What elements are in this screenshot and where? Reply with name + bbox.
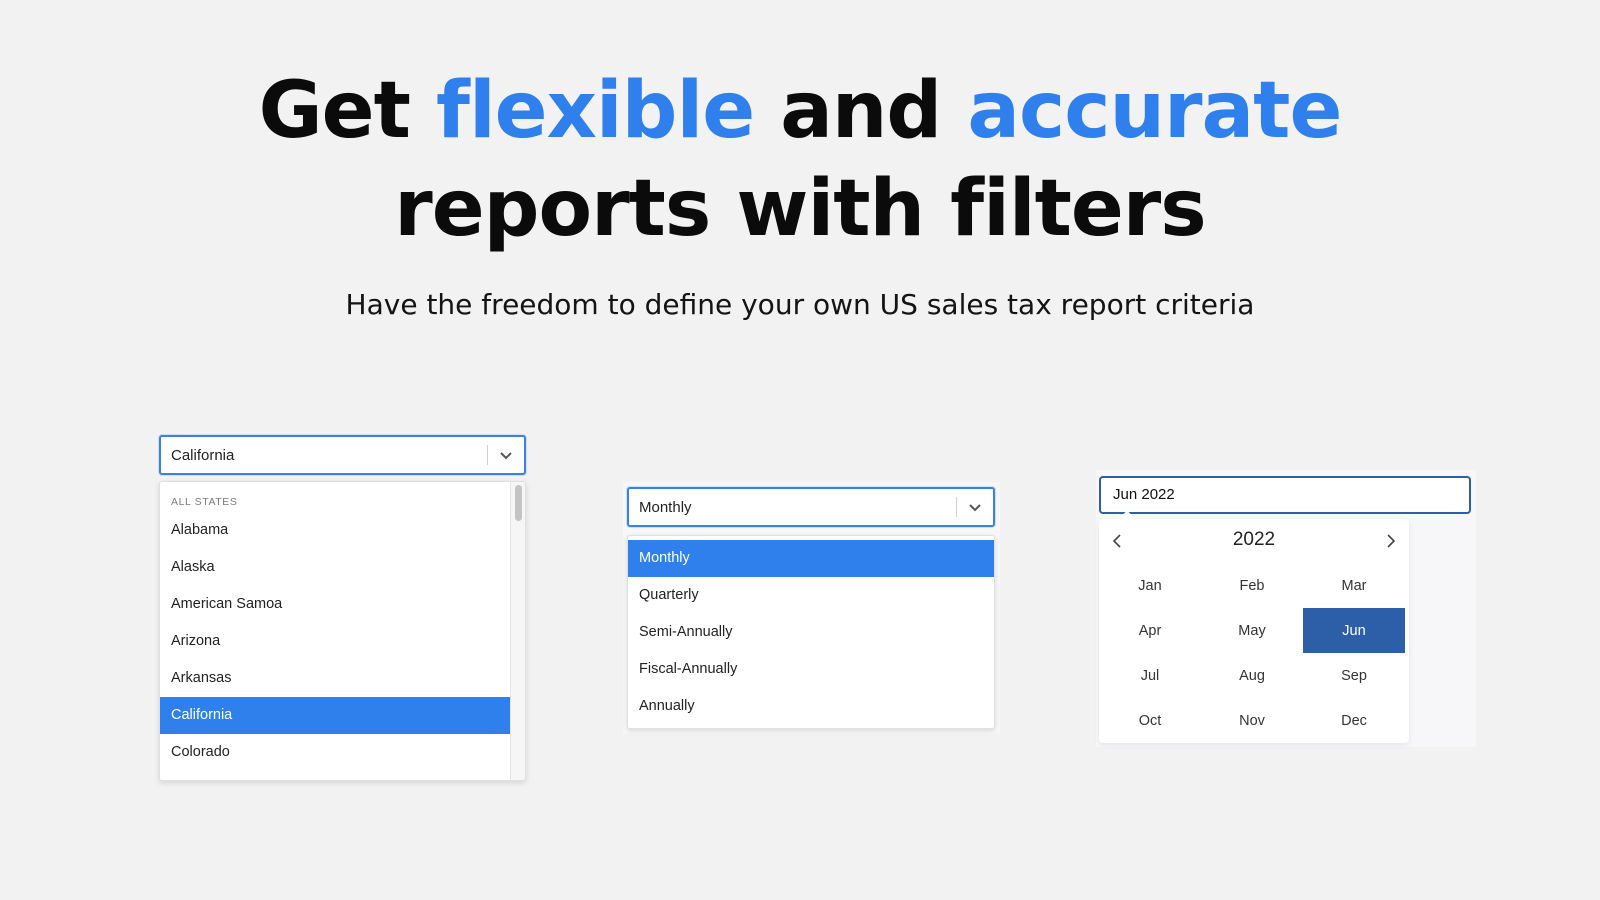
- state-option-arizona[interactable]: Arizona: [160, 623, 512, 660]
- month-jul[interactable]: Jul: [1099, 653, 1201, 698]
- calendar-year: 2022: [1232, 529, 1276, 550]
- month-mar[interactable]: Mar: [1303, 563, 1405, 608]
- period-option-semi-annually[interactable]: Semi-Annually: [628, 614, 994, 651]
- headline-text: and: [754, 66, 968, 156]
- headline-accent-flexible: flexible: [436, 66, 755, 156]
- month-jan[interactable]: Jan: [1099, 563, 1201, 608]
- state-option-american-samoa[interactable]: American Samoa: [160, 586, 512, 623]
- month-sep[interactable]: Sep: [1303, 653, 1405, 698]
- state-option-alaska[interactable]: Alaska: [160, 549, 512, 586]
- chevron-left-icon[interactable]: [1107, 531, 1127, 551]
- headline-line-2: reports with filters: [394, 164, 1206, 254]
- headline-line-1: Get flexible and accurate: [0, 62, 1600, 160]
- month-aug[interactable]: Aug: [1201, 653, 1303, 698]
- state-option-colorado[interactable]: Colorado: [160, 734, 512, 771]
- headline-accent-accurate: accurate: [967, 66, 1342, 156]
- chevron-right-icon[interactable]: [1381, 531, 1401, 551]
- period-dropdown-menu: Monthly Quarterly Semi-Annually Fiscal-A…: [627, 535, 995, 729]
- period-select[interactable]: Monthly: [627, 487, 995, 527]
- month-feb[interactable]: Feb: [1201, 563, 1303, 608]
- state-select[interactable]: California: [159, 435, 526, 475]
- calendar-header: 2022: [1099, 519, 1409, 561]
- month-dec[interactable]: Dec: [1303, 698, 1405, 743]
- group-label-all-states: ALL STATES: [171, 496, 238, 508]
- state-option-california[interactable]: California: [160, 697, 512, 734]
- month-nov[interactable]: Nov: [1201, 698, 1303, 743]
- period-option-quarterly[interactable]: Quarterly: [628, 577, 994, 614]
- dropdown-scrollbar[interactable]: [510, 482, 525, 780]
- state-option-alabama[interactable]: Alabama: [160, 512, 512, 549]
- month-picker-calendar: 2022 Jan Feb Mar Apr May Jun Jul Aug Sep…: [1099, 510, 1409, 743]
- state-option-arkansas[interactable]: Arkansas: [160, 660, 512, 697]
- state-dropdown-menu: ALL STATES Alabama Alaska American Samoa…: [159, 481, 526, 781]
- period-option-monthly[interactable]: Monthly: [628, 540, 994, 577]
- scrollbar-thumb[interactable]: [515, 485, 522, 521]
- period-option-fiscal-annually[interactable]: Fiscal-Annually: [628, 651, 994, 688]
- headline: Get flexible and accurate reports with f…: [0, 62, 1600, 258]
- headline-text: Get: [258, 66, 437, 156]
- chevron-down-icon[interactable]: [488, 437, 524, 473]
- chevron-down-icon[interactable]: [957, 489, 993, 525]
- period-option-annually[interactable]: Annually: [628, 688, 994, 725]
- month-oct[interactable]: Oct: [1099, 698, 1201, 743]
- month-apr[interactable]: Apr: [1099, 608, 1201, 653]
- subtitle: Have the freedom to define your own US s…: [345, 288, 1255, 321]
- month-jun[interactable]: Jun: [1303, 608, 1405, 653]
- state-select-value: California: [171, 446, 235, 464]
- month-input[interactable]: Jun 2022: [1099, 476, 1471, 514]
- period-select-value: Monthly: [639, 498, 692, 516]
- months-grid: Jan Feb Mar Apr May Jun Jul Aug Sep Oct …: [1099, 561, 1409, 743]
- month-may[interactable]: May: [1201, 608, 1303, 653]
- hero: Get flexible and accurate reports with f…: [0, 62, 1600, 321]
- state-options-list: Alabama Alaska American Samoa Arizona Ar…: [160, 504, 512, 771]
